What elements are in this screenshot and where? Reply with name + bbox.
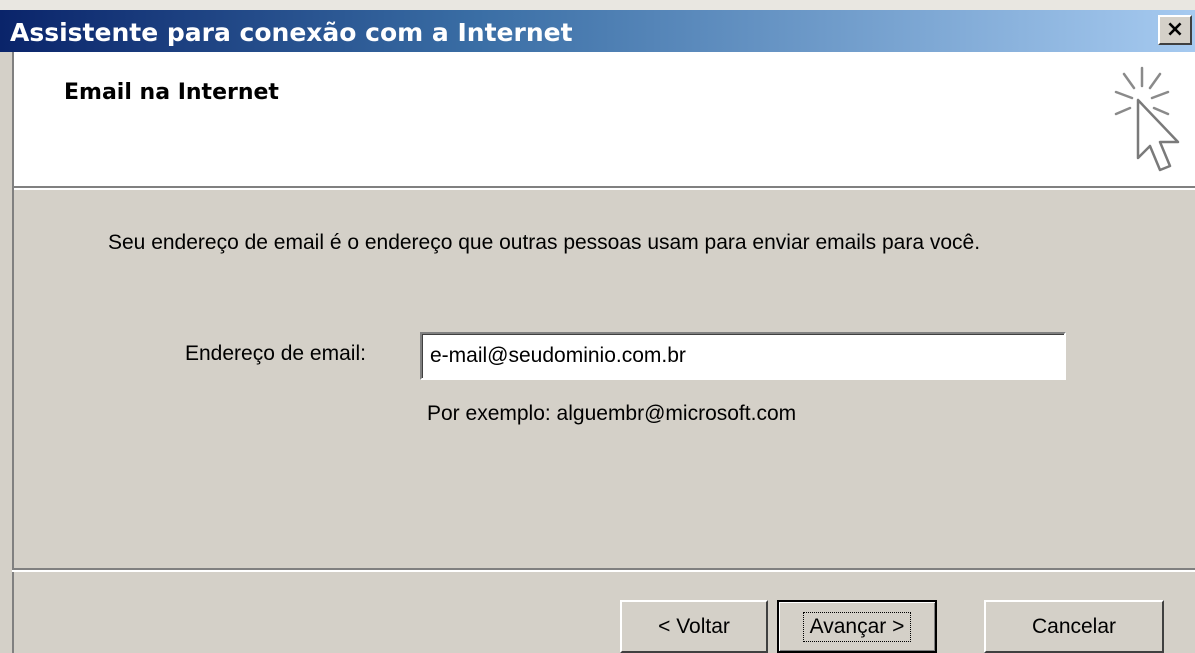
next-button-label: Avançar >: [802, 611, 912, 642]
page-title: Email na Internet: [64, 80, 279, 105]
wizard-header: Email na Internet: [12, 52, 1195, 186]
back-button-label: < Voltar: [658, 614, 730, 638]
email-field[interactable]: [420, 332, 1066, 380]
window-title: Assistente para conexão com a Internet: [10, 18, 573, 47]
footer-divider: [12, 568, 1195, 572]
wizard-window: Assistente para conexão com a Internet ×…: [0, 0, 1195, 653]
wizard-cursor-sparkle-icon: [1114, 66, 1180, 172]
close-button[interactable]: ×: [1158, 15, 1192, 45]
next-button[interactable]: Avançar >: [777, 600, 937, 653]
title-bar: Assistente para conexão com a Internet ×: [0, 10, 1195, 52]
header-divider: [12, 186, 1195, 190]
cancel-button-label: Cancelar: [1031, 614, 1117, 638]
left-border: [12, 186, 14, 653]
cancel-button[interactable]: Cancelar: [984, 600, 1164, 653]
description-text: Seu endereço de email é o endereço que o…: [108, 231, 981, 254]
close-icon: ×: [1165, 17, 1185, 42]
back-button[interactable]: < Voltar: [620, 600, 768, 653]
window-top-strip: [0, 0, 1195, 10]
email-example-text: Por exemplo: alguembr@microsoft.com: [427, 402, 797, 425]
email-label: Endereço de email:: [185, 342, 366, 365]
